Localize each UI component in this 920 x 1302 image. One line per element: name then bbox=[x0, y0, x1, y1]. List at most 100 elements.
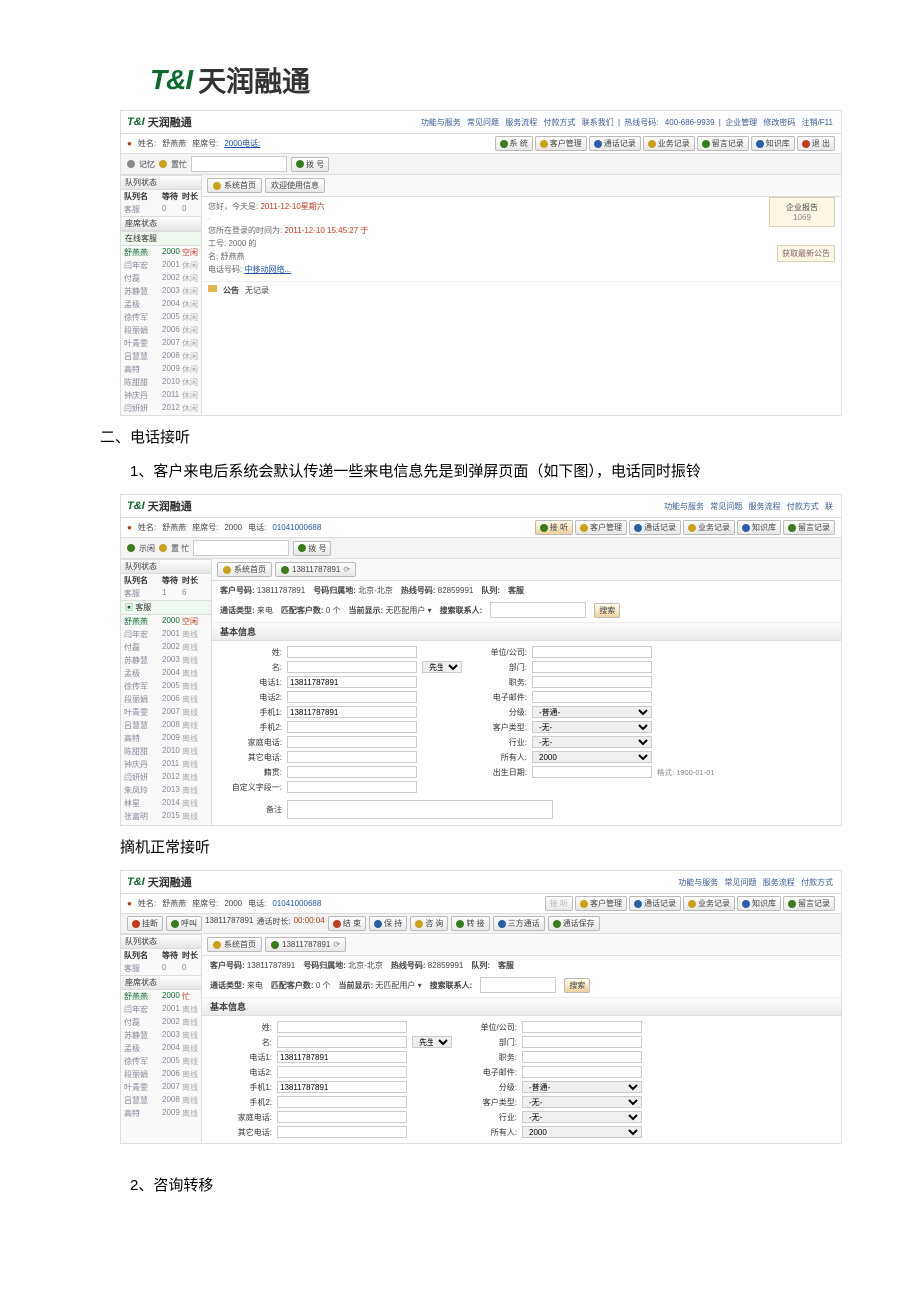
agent-row[interactable]: 舒燕燕2000空闲 bbox=[121, 615, 211, 628]
tab-system[interactable]: 系 统 bbox=[495, 136, 533, 151]
input-mob1-3[interactable] bbox=[277, 1081, 407, 1093]
search-button[interactable]: 搜索 bbox=[594, 603, 620, 618]
band-online[interactable]: 在线客服 bbox=[121, 231, 201, 246]
agent-row[interactable]: 付磊2002休闲 bbox=[121, 272, 201, 285]
agent-row[interactable]: 钟庆丹2011离线 bbox=[121, 758, 211, 771]
input-company-3[interactable] bbox=[522, 1021, 642, 1033]
phone-link[interactable]: 2000电话: bbox=[224, 138, 260, 149]
agent-row[interactable]: 徐传军2005离线 bbox=[121, 680, 211, 693]
dial-button-2[interactable]: 拨 号 bbox=[293, 541, 331, 556]
select-owner[interactable]: 2000 bbox=[532, 751, 652, 763]
link-payment[interactable]: 付款方式 bbox=[544, 118, 576, 127]
search-button-3[interactable]: 搜索 bbox=[564, 978, 590, 993]
btn-hangup[interactable]: 挂断 bbox=[127, 916, 163, 931]
dial-button[interactable]: 拨 号 bbox=[291, 157, 329, 172]
tab-incoming-number[interactable]: 13811787891 ⟳ bbox=[275, 562, 356, 577]
link-faq-3[interactable]: 常见问题 bbox=[725, 878, 757, 887]
input-tel2[interactable] bbox=[287, 691, 417, 703]
tab-calllog[interactable]: 通话记录 bbox=[589, 136, 641, 151]
input-surname-3[interactable] bbox=[277, 1021, 407, 1033]
agent-row[interactable]: 段丽娟2006离线 bbox=[121, 1068, 201, 1081]
input-surname[interactable] bbox=[287, 646, 417, 658]
tab-kb[interactable]: 知识库 bbox=[751, 136, 795, 151]
input-name-3[interactable] bbox=[277, 1036, 407, 1048]
input-tel1[interactable] bbox=[287, 676, 417, 688]
input-custom1[interactable] bbox=[287, 781, 417, 793]
tab-logout[interactable]: 退 出 bbox=[797, 136, 835, 151]
link-features-2[interactable]: 功能与服务 bbox=[664, 502, 704, 511]
btn-busy-2[interactable]: 置 忙 bbox=[171, 543, 189, 554]
link-flow[interactable]: 服务流程 bbox=[505, 118, 537, 127]
btn-end[interactable]: 结 束 bbox=[328, 916, 366, 931]
btn-save-call[interactable]: 通话保存 bbox=[548, 916, 600, 931]
agent-row[interactable]: 闫妍妍2012休闲 bbox=[121, 402, 201, 415]
agent-row[interactable]: 吕慧慧2008离线 bbox=[121, 1094, 201, 1107]
input-tel2-3[interactable] bbox=[277, 1066, 407, 1078]
select-industry[interactable]: -无- bbox=[532, 736, 652, 748]
select-level-3[interactable]: -普通- bbox=[522, 1081, 642, 1093]
select-industry-3[interactable]: -无- bbox=[522, 1111, 642, 1123]
agent-row[interactable]: 段丽娟2006休闲 bbox=[121, 324, 201, 337]
link-logout[interactable]: 注销/F11 bbox=[802, 118, 833, 127]
agent-row[interactable]: 高特2009离线 bbox=[121, 732, 211, 745]
band-online-2[interactable]: ▣ 客服 bbox=[121, 600, 211, 615]
input-email[interactable] bbox=[532, 691, 652, 703]
link-contact[interactable]: 联系我们 bbox=[582, 118, 614, 127]
agent-row[interactable]: 张富明2015离线 bbox=[121, 810, 211, 823]
input-other-phone[interactable] bbox=[287, 751, 417, 763]
agent-row[interactable]: 苏静慧2003休闲 bbox=[121, 285, 201, 298]
tab-calllog-2[interactable]: 通话记录 bbox=[629, 520, 681, 535]
select-level[interactable]: -普通- bbox=[532, 706, 652, 718]
tab-msg-2[interactable]: 留言记录 bbox=[783, 520, 835, 535]
dial-input-2[interactable] bbox=[193, 540, 289, 556]
textarea-remark[interactable] bbox=[287, 800, 553, 819]
btn-call[interactable]: 呼叫 bbox=[166, 916, 202, 931]
band-queue-2[interactable]: 队列状态 bbox=[121, 559, 211, 574]
val-curr[interactable]: 无匹配用户 ▾ bbox=[385, 606, 431, 615]
input-mob1[interactable] bbox=[287, 706, 417, 718]
input-name[interactable] bbox=[287, 661, 417, 673]
tab-customer-2[interactable]: 客户管理 bbox=[575, 520, 627, 535]
agent-row[interactable]: 孟极2004休闲 bbox=[121, 298, 201, 311]
input-home-phone[interactable] bbox=[287, 736, 417, 748]
agent-row[interactable]: 叶青雯2007休闲 bbox=[121, 337, 201, 350]
band-queue[interactable]: 队列状态 bbox=[121, 175, 201, 190]
btn-idle[interactable]: 示闲 bbox=[139, 543, 155, 554]
agent-row[interactable]: 孟极2004离线 bbox=[121, 667, 211, 680]
panel-get-latest[interactable]: 获取最新公告 bbox=[777, 245, 835, 262]
agent-row[interactable]: 闫年宏2001离线 bbox=[121, 1003, 201, 1016]
input-post[interactable] bbox=[532, 676, 652, 688]
link-payment-3[interactable]: 付款方式 bbox=[801, 878, 833, 887]
band-queue-3[interactable]: 队列状态 bbox=[121, 934, 201, 949]
btn-memo[interactable]: 记忆 bbox=[139, 159, 155, 170]
input-company[interactable] bbox=[532, 646, 652, 658]
tab-home-3[interactable]: 系统首页 bbox=[207, 937, 262, 952]
input-home-phone-3[interactable] bbox=[277, 1111, 407, 1123]
input-other-phone-3[interactable] bbox=[277, 1126, 407, 1138]
tab-call-number-3[interactable]: 13811787891 ⟳ bbox=[265, 937, 346, 952]
link-features-3[interactable]: 功能与服务 bbox=[678, 878, 718, 887]
select-owner-3[interactable]: 2000 bbox=[522, 1126, 642, 1138]
agent-row[interactable]: 林星2014离线 bbox=[121, 797, 211, 810]
btn-hold[interactable]: 保 持 bbox=[369, 916, 407, 931]
tab-bizlog[interactable]: 业务记录 bbox=[643, 136, 695, 151]
agent-row[interactable]: 徐传军2005休闲 bbox=[121, 311, 201, 324]
agent-row[interactable]: 高特2009休闲 bbox=[121, 363, 201, 376]
tab-msg-3[interactable]: 留言记录 bbox=[783, 896, 835, 911]
input-mob2-3[interactable] bbox=[277, 1096, 407, 1108]
input-dept-3[interactable] bbox=[522, 1036, 642, 1048]
input-email-3[interactable] bbox=[522, 1066, 642, 1078]
agent-row[interactable]: 吕慧慧2008离线 bbox=[121, 719, 211, 732]
agent-row[interactable]: 叶青雯2007离线 bbox=[121, 1081, 201, 1094]
phone-value[interactable]: 中移动网络... bbox=[244, 265, 291, 274]
select-ctype-3[interactable]: -无- bbox=[522, 1096, 642, 1108]
agent-row[interactable]: 付磊2002离线 bbox=[121, 1016, 201, 1029]
tab-calllog-3[interactable]: 通话记录 bbox=[629, 896, 681, 911]
panel-enterprise-report[interactable]: 企业报告 1069 bbox=[769, 197, 835, 227]
tab-kb-3[interactable]: 知识库 bbox=[737, 896, 781, 911]
agent-row[interactable]: 朱凤玲2013离线 bbox=[121, 784, 211, 797]
tab-kb-2[interactable]: 知识库 bbox=[737, 520, 781, 535]
agent-row[interactable]: 闫年宏2001休闲 bbox=[121, 259, 201, 272]
input-birthday[interactable] bbox=[532, 766, 652, 778]
val-curr-3[interactable]: 无匹配用户 ▾ bbox=[375, 981, 421, 990]
